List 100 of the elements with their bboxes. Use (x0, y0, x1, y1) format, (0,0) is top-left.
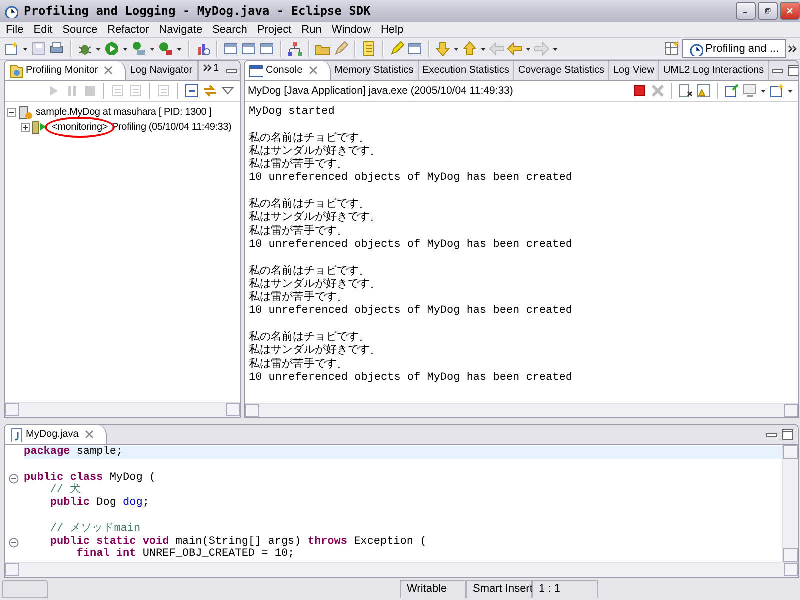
window-icon[interactable] (407, 40, 423, 56)
dropdown-caret-icon[interactable] (95, 46, 102, 52)
restore-icon (765, 6, 771, 16)
status-field: 1 : 1 (532, 580, 598, 598)
code-line: public Dog dog; (49, 497, 150, 510)
console-line: 私は雷が苦手です。 (249, 358, 349, 372)
close-icon (787, 6, 793, 16)
close-icon[interactable] (84, 430, 94, 439)
code-line: public static void main(String[] args) throws Exception ( (24, 536, 782, 548)
maximize-icon[interactable] (781, 428, 795, 442)
minimize-button[interactable] (736, 2, 756, 20)
stopwatch-icon (688, 42, 703, 56)
horizontal-scrollbar[interactable] (5, 562, 798, 577)
code-line: final int UNREF_OBJ_CREATED = 10; (76, 548, 296, 562)
java-file-icon (9, 428, 23, 442)
fold-icon[interactable] (9, 474, 19, 484)
maximize-icon[interactable] (787, 64, 798, 78)
console-line: 私は雷が苦手です。 (249, 226, 349, 239)
menu-item[interactable]: Refactor (104, 24, 156, 36)
window-title: Profiling and Logging - MyDog.java - Eclipse SDK (24, 4, 372, 18)
view-tab[interactable]: Console (245, 61, 331, 80)
console-line: 10 unreferenced objects of MyDog has been created (249, 372, 574, 386)
dropdown-caret-icon[interactable] (760, 88, 767, 94)
more-icon[interactable] (202, 63, 213, 73)
clear-console-icon[interactable] (678, 83, 694, 99)
horizontal-scrollbar[interactable] (5, 402, 240, 417)
window-icon[interactable] (241, 40, 257, 56)
console-line: 私は雷が苦手です。 (249, 292, 349, 305)
view-tab[interactable]: MyDog.java (5, 425, 107, 444)
highlighter-icon[interactable] (389, 40, 405, 56)
new-icon[interactable] (4, 40, 20, 56)
dropdown-caret-icon[interactable] (552, 46, 559, 52)
window-icon[interactable] (259, 40, 275, 56)
print-icon[interactable] (49, 40, 65, 56)
dropdown-caret-icon[interactable] (480, 46, 487, 52)
status-field: Writable (400, 580, 466, 598)
hierarchy-icon[interactable] (287, 40, 303, 56)
overflow-count[interactable]: 1 (214, 63, 220, 74)
close-button[interactable] (780, 2, 800, 20)
horizontal-scrollbar[interactable] (245, 402, 798, 417)
pin-icon[interactable] (724, 83, 740, 99)
menu-item[interactable]: Run (298, 24, 328, 36)
code-line: // メソッドmain (49, 522, 142, 536)
console-line: 私の名前はチョビです。 (249, 199, 371, 212)
console-line: 私はサンダルが好きです。 (249, 146, 382, 158)
dropdown-caret-icon[interactable] (453, 46, 460, 52)
menu-item[interactable]: File (2, 24, 30, 36)
console-line: 10 unreferenced objects of MyDog has been created (249, 305, 574, 319)
close-icon[interactable] (104, 66, 114, 75)
console-line: 10 unreferenced objects of MyDog has been created (249, 238, 574, 252)
console-line: 私はサンダルが好きです。 (249, 345, 382, 358)
note-icon[interactable] (361, 40, 377, 56)
window-icon[interactable] (223, 40, 239, 56)
menu-item[interactable]: Navigate (155, 24, 209, 36)
console-line: 私の名前はチョビです。 (249, 132, 371, 145)
expand-icon[interactable] (21, 123, 30, 132)
tree-item[interactable]: sample.MyDog at masuhara [ PID: 1300 ] (36, 107, 212, 118)
dropdown-caret-icon[interactable] (176, 46, 183, 52)
fold-icon[interactable] (9, 538, 19, 548)
menu-item[interactable]: Search (208, 24, 254, 36)
code-line: public class MyDog ( (24, 472, 782, 484)
console-line: 私はサンダルが好きです。 (249, 212, 382, 225)
vertical-scrollbar[interactable] (782, 445, 798, 562)
dropdown-caret-icon[interactable] (525, 46, 532, 52)
console-line: 私はサンダルが好きです。 (249, 278, 382, 291)
dropdown-caret-icon[interactable] (787, 88, 794, 94)
run-icon[interactable] (104, 40, 120, 56)
process-icon (18, 104, 34, 120)
dropdown-caret-icon[interactable] (22, 46, 29, 52)
new-console-icon[interactable] (769, 83, 785, 99)
menu-item[interactable]: Edit (30, 24, 59, 36)
console-line: 私の名前はチョビです。 (249, 266, 371, 278)
console-line: 10 unreferenced objects of MyDog has been created (249, 172, 574, 186)
agent-icon (32, 120, 48, 136)
code-line: // 犬 (49, 484, 82, 497)
dropdown-caret-icon[interactable] (149, 46, 156, 52)
collapse-all-icon[interactable] (184, 83, 200, 99)
open-perspective-icon[interactable] (664, 40, 680, 56)
perspective-button[interactable]: Profiling and ... (682, 39, 786, 58)
menu-item[interactable]: Project (253, 24, 298, 36)
scroll-lock-icon[interactable] (696, 83, 712, 99)
more-icon[interactable] (788, 44, 798, 54)
menu-item[interactable]: Help (376, 24, 410, 36)
link-icon[interactable] (202, 83, 218, 99)
collapse-icon[interactable] (7, 108, 16, 117)
profiling-monitor-icon (9, 64, 23, 78)
status-field: Smart Insert (466, 580, 532, 598)
console-line: 私は雷が苦手です。 (249, 159, 349, 172)
menu-item[interactable]: Source (58, 24, 104, 36)
close-icon[interactable] (308, 66, 318, 75)
pen-icon[interactable] (333, 40, 349, 56)
restore-button[interactable] (758, 2, 778, 20)
console-line: MyDog started (249, 106, 336, 120)
status-grip[interactable] (2, 580, 48, 598)
terminate-icon[interactable] (632, 83, 648, 99)
menu-item[interactable]: Window (328, 24, 377, 36)
profile-icon[interactable] (158, 40, 174, 56)
view-tab[interactable]: Profiling Monitor (5, 61, 126, 80)
app-icon (4, 4, 18, 18)
dropdown-caret-icon[interactable] (122, 46, 129, 52)
